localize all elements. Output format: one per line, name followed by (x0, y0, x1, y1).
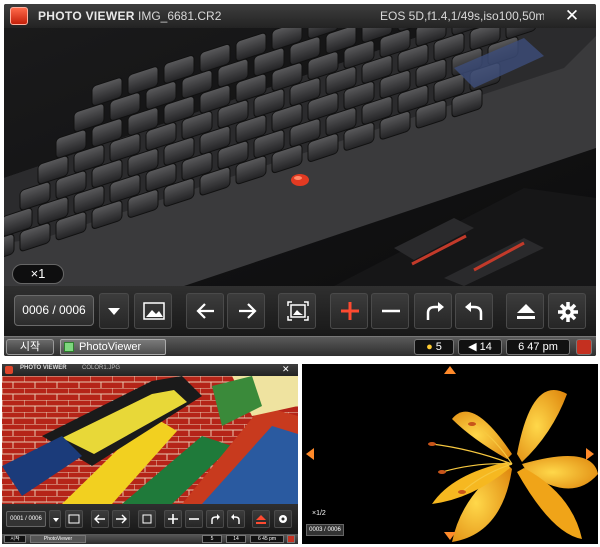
next-button[interactable] (227, 293, 265, 329)
graffiti-image (2, 376, 298, 504)
zoom-in-button[interactable] (330, 293, 368, 329)
exif-info: EOS 5D,f1.4,1/49s,iso100,50mm (380, 9, 544, 23)
rotate-left-button[interactable] (455, 293, 493, 329)
secondary-power-icon[interactable] (287, 535, 295, 543)
brightness-indicator[interactable]: ● 5 (414, 339, 454, 355)
gallery-button[interactable] (134, 293, 172, 329)
app-logo-icon (10, 7, 28, 25)
secondary-filename: COLOR1.JPG (82, 365, 121, 371)
secondary-taskbar-item-photoviewer[interactable]: PhotoViewer (30, 535, 86, 543)
rotate-right-icon (426, 302, 444, 320)
clock: 6 47 pm (506, 339, 570, 355)
rotate-left-icon (231, 514, 240, 524)
lily-image-counter: 0003 / 0006 (306, 524, 344, 536)
photo-viewer-window: PHOTO VIEWER IMG_6681.CR2 EOS 5D,f1.4,1/… (4, 4, 596, 356)
taskbar-item-photoviewer[interactable]: PhotoViewer (60, 339, 166, 355)
secondary-taskbar: 시작 PhotoViewer 5 14 6 45 pm (2, 534, 298, 544)
start-button[interactable]: 시작 (6, 339, 54, 355)
secondary-viewer-window: PHOTO VIEWER COLOR1.JPG ✕ 0001 / 0006 시작… (2, 364, 298, 544)
image-counter: 0006 / 0006 (14, 295, 94, 326)
lily-photo[interactable] (302, 364, 598, 544)
secondary-zoom-in-button[interactable] (164, 510, 182, 528)
photo-display[interactable]: ×1 (4, 28, 596, 286)
secondary-title-bar: PHOTO VIEWER COLOR1.JPG ✕ (2, 364, 298, 376)
gear-icon (279, 515, 287, 523)
previous-arrow-icon (94, 514, 105, 524)
fullscreen-viewer: ×1/2 0003 / 0006 (302, 364, 598, 544)
start-label: 시작 (19, 341, 41, 353)
app-title: PHOTO VIEWER (38, 9, 135, 23)
secondary-next-button[interactable] (112, 510, 130, 528)
zoom-out-icon (382, 309, 400, 313)
graffiti-photo[interactable] (2, 376, 298, 504)
fit-screen-button[interactable] (278, 293, 316, 329)
eject-icon (517, 304, 535, 319)
fit-screen-icon (287, 301, 309, 321)
next-arrow-icon (116, 514, 127, 524)
secondary-rotate-right-button[interactable] (206, 510, 224, 528)
secondary-fit-screen-button[interactable] (138, 510, 156, 528)
secondary-image-counter: 0001 / 0006 (6, 511, 46, 527)
eject-icon (256, 515, 266, 524)
keyboard-photo (4, 28, 596, 286)
photoviewer-task-icon (64, 342, 74, 352)
volume-indicator[interactable]: ◀ 14 (458, 339, 502, 355)
app-logo-icon (5, 366, 13, 374)
secondary-rotate-left-button[interactable] (227, 510, 245, 528)
settings-button[interactable] (548, 293, 586, 329)
eject-button[interactable] (506, 293, 544, 329)
power-icon[interactable] (576, 339, 592, 355)
secondary-dropdown-button[interactable] (49, 510, 61, 528)
gear-icon (558, 302, 578, 322)
lily-zoom-level: ×1/2 (312, 510, 326, 517)
secondary-control-bar: 0001 / 0006 (2, 504, 298, 534)
brightness-value: 5 (435, 341, 442, 353)
secondary-eject-button[interactable] (252, 510, 270, 528)
close-button[interactable]: ✕ (552, 4, 592, 28)
secondary-app-title: PHOTO VIEWER (20, 365, 67, 371)
rotate-right-button[interactable] (414, 293, 452, 329)
dropdown-arrow-icon (53, 518, 59, 522)
secondary-settings-button[interactable] (274, 510, 292, 528)
bulb-icon: ● (426, 341, 433, 353)
rotate-left-icon (465, 302, 483, 320)
dropdown-arrow-icon (108, 308, 120, 315)
zoom-in-icon (341, 302, 359, 320)
secondary-brightness-value: 5 (202, 535, 222, 543)
dropdown-button[interactable] (99, 293, 129, 329)
secondary-volume-value: 14 (226, 535, 246, 543)
secondary-previous-button[interactable] (91, 510, 109, 528)
zoom-out-icon (189, 518, 199, 520)
rotate-right-icon (211, 514, 220, 524)
task-label: PhotoViewer (79, 341, 142, 353)
image-icon (68, 514, 80, 524)
fit-screen-icon (142, 514, 152, 524)
title-bar: PHOTO VIEWER IMG_6681.CR2 EOS 5D,f1.4,1/… (4, 4, 596, 28)
previous-arrow-icon (196, 303, 214, 319)
control-bar: 0006 / 0006 (4, 286, 596, 336)
secondary-start-button[interactable]: 시작 (4, 535, 26, 543)
speaker-icon: ◀ (468, 341, 477, 353)
image-icon (143, 302, 165, 320)
clock-text: 6 47 pm (518, 341, 558, 353)
secondary-close-button[interactable]: ✕ (282, 364, 290, 375)
next-arrow-icon (239, 303, 257, 319)
filename: IMG_6681.CR2 (138, 9, 222, 23)
zoom-out-button[interactable] (371, 293, 409, 329)
secondary-gallery-button[interactable] (65, 510, 83, 528)
secondary-zoom-out-button[interactable] (185, 510, 203, 528)
secondary-clock: 6 45 pm (250, 535, 284, 543)
previous-button[interactable] (186, 293, 224, 329)
taskbar: 시작 PhotoViewer ● 5 ◀ 14 6 47 pm (4, 336, 596, 356)
zoom-level-badge: ×1 (12, 264, 64, 284)
zoom-in-icon (168, 514, 178, 524)
volume-value: 14 (479, 341, 492, 353)
